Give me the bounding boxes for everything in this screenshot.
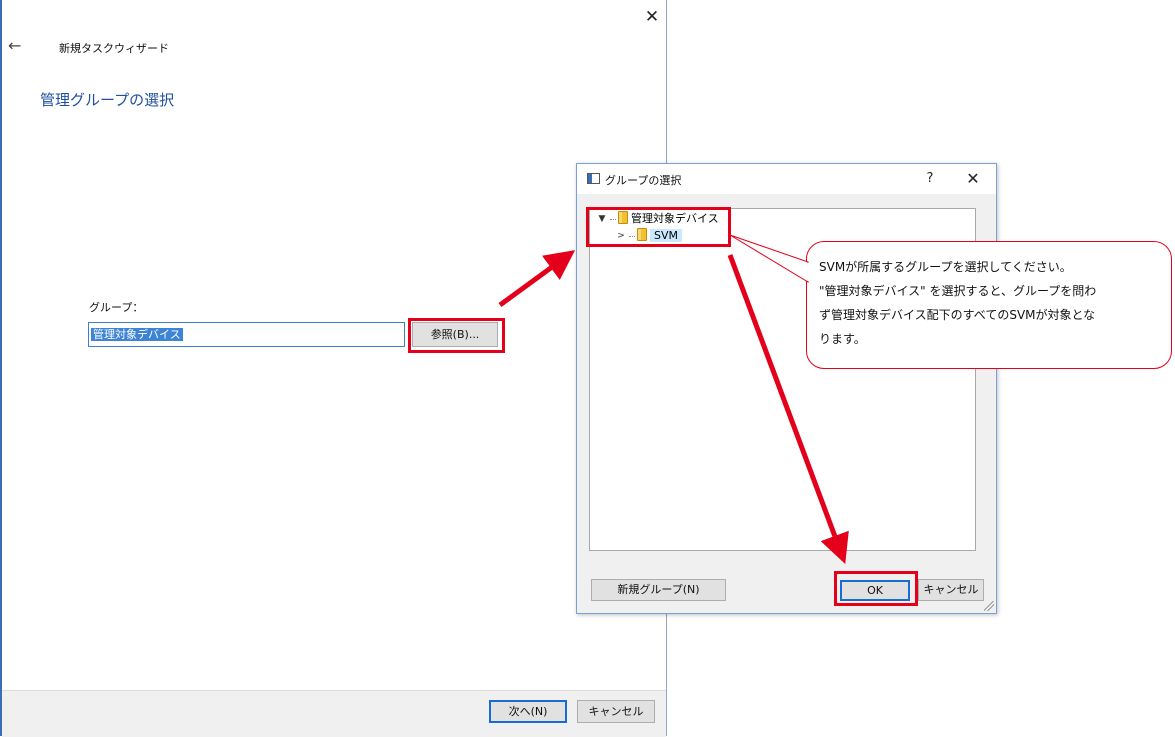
dialog-cancel-button[interactable]: キャンセル: [918, 579, 984, 601]
tree-connector: [629, 235, 635, 237]
tree-item-label: 管理対象デバイス: [631, 212, 719, 225]
chevron-right-icon[interactable]: >: [615, 228, 627, 244]
close-icon[interactable]: ✕: [641, 6, 663, 28]
callout-line: "管理対象デバイス" を選択すると、グループを問わ: [819, 284, 1097, 298]
help-icon[interactable]: ?: [922, 169, 938, 189]
callout-line: ず管理対象デバイス配下のすべてのSVMが対象とな: [819, 308, 1096, 322]
window-edge: [0, 0, 2, 736]
window-app-icon: [587, 173, 600, 184]
new-task-wizard-window: ✕ ← 新規タスクウィザード 管理グループの選択 グループ： 管理対象デバイス …: [0, 0, 667, 737]
chevron-down-icon[interactable]: ▼: [596, 211, 608, 227]
group-input-value: 管理対象デバイス: [91, 328, 183, 341]
folder-icon: [618, 211, 628, 224]
tree-item-managed-devices[interactable]: ▼ 管理対象デバイス: [596, 211, 719, 227]
page-heading: 管理グループの選択: [40, 91, 175, 109]
browse-button[interactable]: 参照(B)...: [412, 322, 498, 347]
tree-connector: [610, 218, 616, 220]
group-input[interactable]: 管理対象デバイス: [88, 322, 405, 347]
wizard-cancel-button[interactable]: キャンセル: [577, 700, 655, 723]
instruction-callout: SVMが所属するグループを選択してください。 "管理対象デバイス" を選択すると…: [806, 241, 1172, 369]
dialog-titlebar[interactable]: グループの選択 ? ✕: [577, 164, 996, 194]
folder-icon: [637, 228, 647, 241]
new-group-button[interactable]: 新規グループ(N): [591, 579, 726, 601]
wizard-title: 新規タスクウィザード: [59, 42, 169, 55]
tree-item-label: SVM: [650, 229, 682, 242]
resize-grip-icon[interactable]: [984, 601, 994, 611]
dialog-title: グループの選択: [605, 174, 682, 187]
next-button[interactable]: 次へ(N): [489, 700, 567, 723]
group-select-dialog: グループの選択 ? ✕ ▼ 管理対象デバイス > SVM 新規グループ(N) OK …: [576, 163, 997, 614]
callout-line: SVMが所属するグループを選択してください。: [819, 260, 1072, 274]
ok-button[interactable]: OK: [840, 580, 910, 601]
group-label: グループ：: [89, 301, 144, 314]
callout-line: ります。: [819, 332, 866, 346]
tree-item-svm[interactable]: > SVM: [615, 228, 682, 244]
dialog-close-icon[interactable]: ✕: [963, 169, 983, 189]
arrow-left-icon[interactable]: ←: [8, 37, 26, 55]
